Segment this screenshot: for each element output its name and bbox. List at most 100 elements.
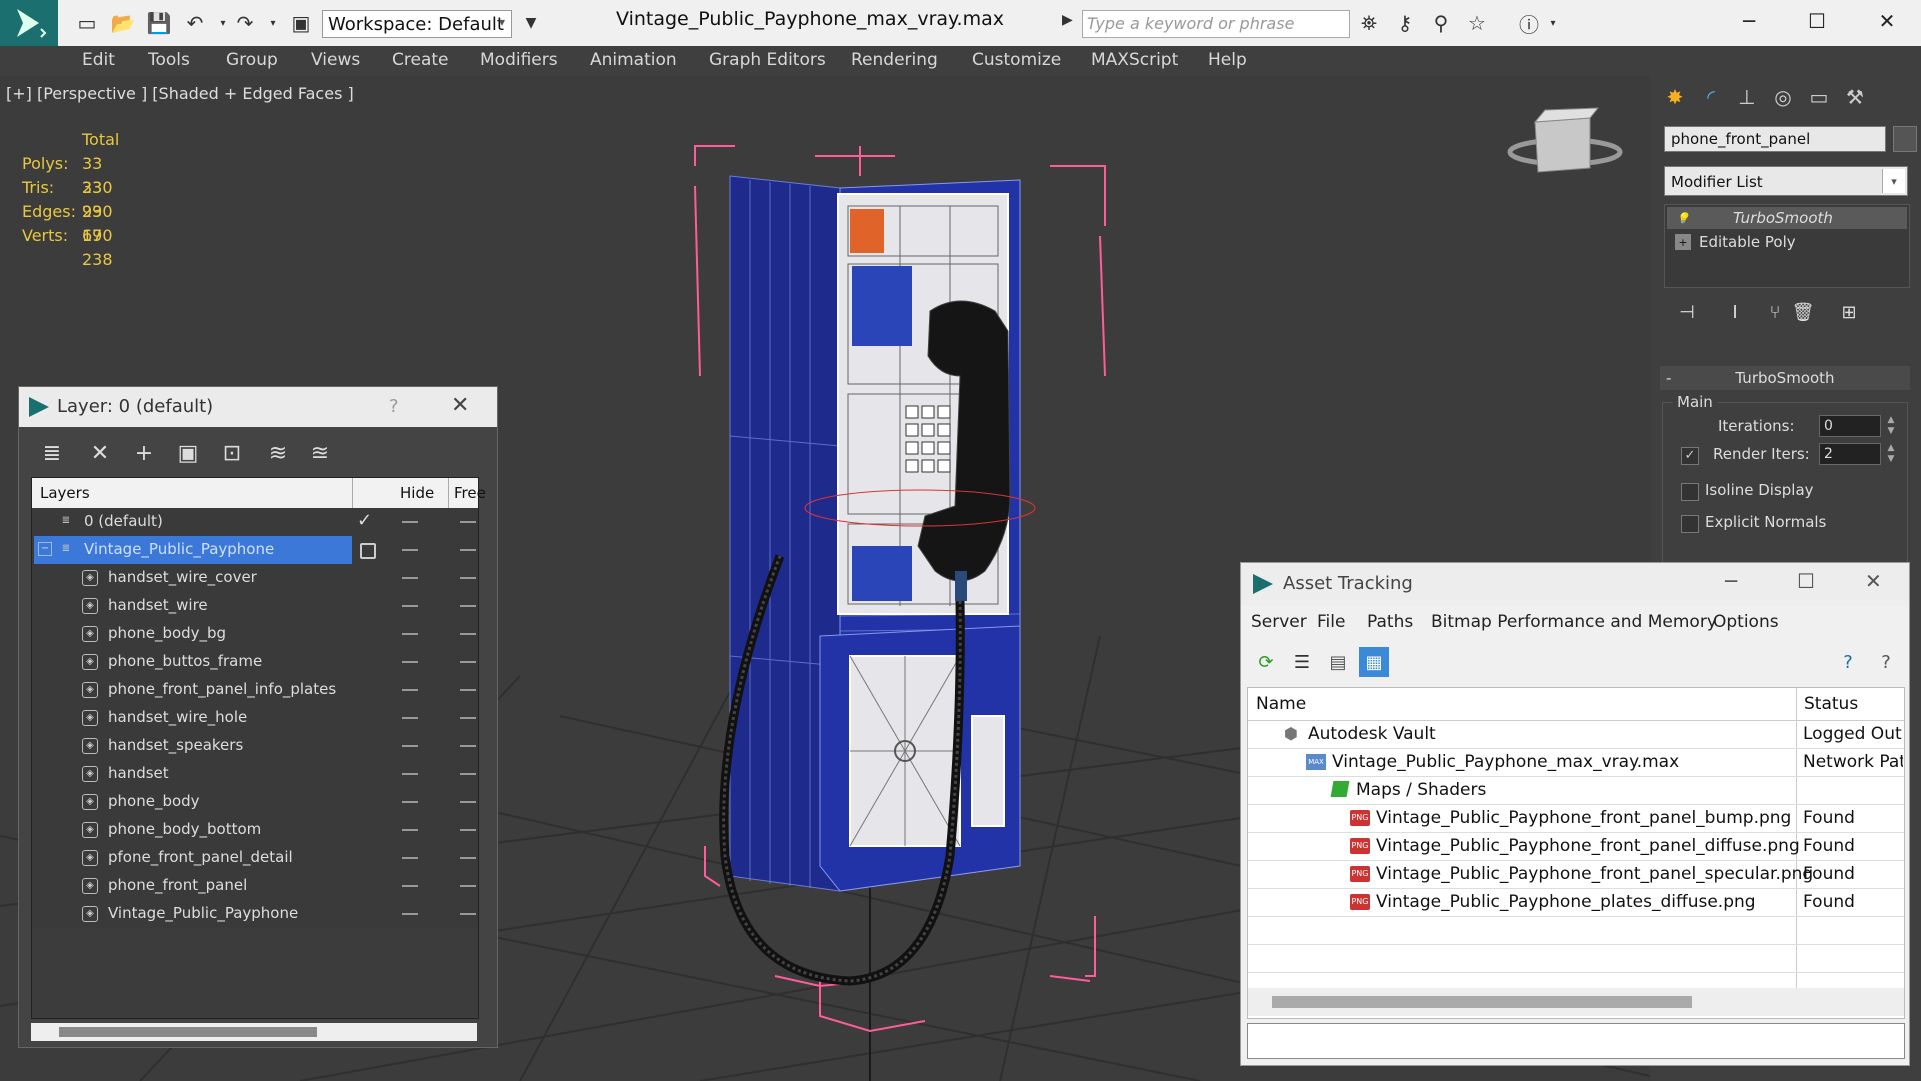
maximize-icon[interactable]: ☐ [1797,569,1815,593]
create-tab-icon[interactable]: ✸ [1660,82,1690,112]
object-row[interactable]: ◈ handset_wire_hole [32,704,478,732]
menu-modifiers[interactable]: Modifiers [480,50,558,70]
collapse-minus-icon[interactable]: − [38,542,52,556]
hide-toggle[interactable] [402,829,418,831]
menu-tools[interactable]: Tools [148,50,190,70]
undo-icon[interactable]: ↶ [182,10,208,36]
freeze-toggle[interactable] [460,801,476,803]
menu-animation[interactable]: Animation [590,50,677,70]
set-current-layer-toggle[interactable] [360,543,376,559]
asset-tracking-titlebar[interactable]: Asset Tracking ─ ☐ ✕ [1241,563,1909,605]
object-name-field[interactable]: phone_front_panel [1664,126,1886,152]
object-row[interactable]: ◈ phone_body_bg [32,620,478,648]
freeze-toggle[interactable] [460,633,476,635]
collapse-minus-icon[interactable]: - [1666,366,1671,390]
close-window-icon[interactable]: ✕ [1862,6,1912,36]
hide-toggle[interactable] [402,661,418,663]
freeze-toggle[interactable] [460,605,476,607]
spinner-arrows-icon[interactable]: ▲ ▼ [1885,443,1897,465]
object-row[interactable]: ◈ phone_body [32,788,478,816]
search-expand-icon[interactable]: ▶ [1062,12,1073,28]
menu-help[interactable]: Help [1208,50,1247,70]
hide-toggle[interactable] [402,549,418,551]
column-status[interactable]: Status [1804,694,1858,714]
column-freeze[interactable]: Free [454,484,486,502]
hierarchy-tab-icon[interactable]: ⊥ [1732,82,1762,112]
save-file-icon[interactable]: 💾 [146,10,172,36]
key-icon[interactable]: ⚷ [1392,10,1418,36]
viewport-label[interactable]: [+] [Perspective ] [Shaded + Edged Faces… [6,84,354,103]
asset-path-field[interactable] [1247,1023,1905,1059]
minimize-window-icon[interactable]: ─ [1724,6,1774,36]
redo-dropdown-icon[interactable]: ▾ [260,10,286,36]
make-unique-icon[interactable]: ⑂ [1760,298,1790,326]
spinner-arrows-icon[interactable]: ▲ ▼ [1885,415,1897,437]
object-row[interactable]: ◈ handset_wire_cover [32,564,478,592]
new-file-icon[interactable]: ▭ [74,10,100,36]
hide-toggle[interactable] [402,521,418,523]
menu-paths[interactable]: Paths [1367,612,1413,632]
render-iters-spinner[interactable]: 2 [1819,443,1881,465]
pin-stack-icon[interactable]: ⊣ [1672,298,1702,326]
object-row[interactable]: ◈ handset_speakers [32,732,478,760]
object-color-swatch[interactable] [1893,126,1917,152]
thumbnail-view-icon[interactable]: ▤ [1323,647,1353,677]
menu-server[interactable]: Server [1251,612,1307,632]
utilities-tab-icon[interactable]: ⚒ [1840,82,1870,112]
motion-tab-icon[interactable]: ◎ [1768,82,1798,112]
menu-rendering[interactable]: Rendering [851,50,938,70]
menu-bitmap-performance[interactable]: Bitmap Performance and Memory [1431,612,1717,632]
layer-dialog-titlebar[interactable]: Layer: 0 (default) ? ✕ [19,387,497,427]
menu-group[interactable]: Group [226,50,278,70]
asset-row-maps-shaders[interactable]: Maps / Shaders [1248,776,1904,805]
stack-item-turbosmooth[interactable]: 💡 TurboSmooth [1667,207,1907,229]
add-to-layer-icon[interactable]: + [127,437,161,469]
layer-row-default[interactable]: ≣ 0 (default) ✓ [32,508,478,536]
freeze-toggle[interactable] [460,689,476,691]
help-icon[interactable]: ? [389,396,399,417]
hide-toggle[interactable] [402,717,418,719]
set-current-layer-icon[interactable]: ≋ [261,437,295,469]
object-row[interactable]: ◈ phone_body_bottom [32,816,478,844]
expand-plus-icon[interactable]: + [1675,234,1691,250]
modifier-list-dropdown[interactable]: Modifier List ▾ [1664,166,1908,196]
minimize-icon[interactable]: ─ [1725,569,1737,593]
delete-layer-icon[interactable]: ✕ [83,437,117,469]
hide-toggle[interactable] [402,857,418,859]
hide-toggle[interactable] [402,689,418,691]
menu-maxscript[interactable]: MAXScript [1091,50,1178,70]
hide-toggle[interactable] [402,773,418,775]
menu-views[interactable]: Views [311,50,360,70]
signin-icon[interactable]: ⚲ [1428,10,1454,36]
hide-toggle[interactable] [402,745,418,747]
new-layer-icon[interactable]: ≣ [35,437,69,469]
menu-file[interactable]: File [1317,612,1345,632]
menu-graph-editors[interactable]: Graph Editors [709,50,826,70]
asset-row-png[interactable]: PNG Vintage_Public_Payphone_plates_diffu… [1248,888,1904,917]
freeze-toggle[interactable] [460,885,476,887]
object-row[interactable]: ◈ Vintage_Public_Payphone [32,900,478,928]
redo-icon[interactable]: ↷ [232,10,258,36]
remove-modifier-icon[interactable]: 🗑 [1788,298,1818,326]
help-dropdown-icon[interactable]: ▾ [1540,10,1566,36]
column-hide[interactable]: Hide [400,484,434,502]
asset-row-max-file[interactable]: MAX Vintage_Public_Payphone_max_vray.max… [1248,748,1904,777]
iterations-spinner[interactable]: 0 [1819,415,1881,437]
project-folder-icon[interactable]: ▣ [288,10,314,36]
rollout-title[interactable]: TurboSmooth [1660,366,1910,390]
menu-options[interactable]: Options [1713,612,1779,632]
select-layer-icon[interactable]: ⊡ [215,437,249,469]
vault-help-icon[interactable]: ? [1833,647,1863,677]
hide-all-layers-icon[interactable]: ≊ [303,437,337,469]
horizontal-scrollbar[interactable] [1248,988,1904,1016]
freeze-toggle[interactable] [460,717,476,719]
workspace-dropdown[interactable]: Workspace: Default ▾ [322,10,512,38]
configure-modifier-sets-icon[interactable]: ⊞ [1834,298,1864,326]
freeze-toggle[interactable] [460,829,476,831]
object-row[interactable]: ◈ pfone_front_panel_detail [32,844,478,872]
lightbulb-icon[interactable]: 💡 [1675,210,1691,226]
maximize-window-icon[interactable]: ☐ [1792,6,1842,36]
refresh-icon[interactable]: ⟳ [1251,647,1281,677]
freeze-toggle[interactable] [460,577,476,579]
close-icon[interactable]: ✕ [451,393,469,418]
